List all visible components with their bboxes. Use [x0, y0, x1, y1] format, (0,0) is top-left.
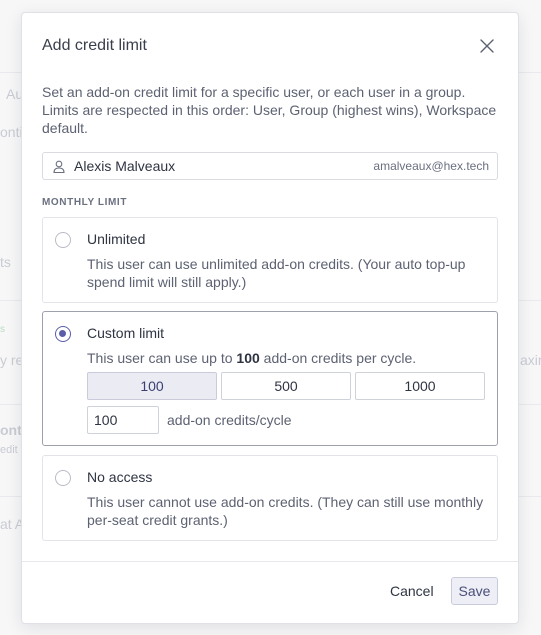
option-title: No access [87, 469, 153, 485]
custom-credit-input[interactable] [87, 406, 159, 434]
monthly-limit-label: MONTHLY LIMIT [42, 197, 128, 208]
unit-label: add-on credits/cycle [167, 412, 292, 428]
save-button[interactable]: Save [451, 577, 498, 605]
close-icon [480, 39, 494, 53]
option-title: Custom limit [87, 325, 165, 341]
custom-limit-radio[interactable] [55, 326, 71, 342]
user-name: Alexis Malveaux [74, 158, 176, 174]
unlimited-radio[interactable] [55, 232, 71, 248]
close-button[interactable] [478, 37, 496, 55]
description-suffix: add-on credits per cycle. [263, 350, 417, 366]
bg-text-fragment: onti [0, 124, 23, 140]
option-description: This user can use up to 100 add-on credi… [87, 349, 487, 367]
user-email: amalveaux@hex.tech [373, 159, 489, 173]
dialog-description: Set an add-on credit limit for a specifi… [42, 84, 497, 136]
no-access-radio[interactable] [55, 470, 71, 486]
selected-user-field[interactable]: Alexis Malveaux amalveaux@hex.tech [42, 152, 498, 180]
option-unlimited[interactable]: Unlimited This user can use unlimited ad… [42, 217, 498, 303]
user-icon [53, 160, 65, 173]
option-description: This user can use unlimited add-on credi… [87, 256, 466, 290]
option-no-access[interactable]: No access This user cannot use add-on cr… [42, 455, 498, 541]
option-title: Unlimited [87, 231, 146, 247]
footer-divider [22, 561, 518, 562]
option-custom-limit[interactable]: Custom limit This user can use up to 100… [42, 311, 498, 446]
description-prefix: This user can use up to [87, 350, 233, 366]
bg-text-fragment: ts [0, 254, 11, 270]
preset-100-button[interactable]: 100 [87, 372, 217, 400]
cancel-button[interactable]: Cancel [382, 577, 442, 605]
add-credit-limit-dialog: Add credit limit Set an add-on credit li… [21, 12, 519, 624]
preset-500-button[interactable]: 500 [221, 372, 351, 400]
bg-text-fragment: axim [520, 352, 541, 368]
option-description: This user cannot use add-on credits. (Th… [87, 494, 484, 528]
dialog-title: Add credit limit [42, 37, 147, 54]
preset-1000-button[interactable]: 1000 [355, 372, 485, 400]
bg-badge-fragment: s [0, 324, 5, 335]
description-amount: 100 [236, 350, 260, 366]
